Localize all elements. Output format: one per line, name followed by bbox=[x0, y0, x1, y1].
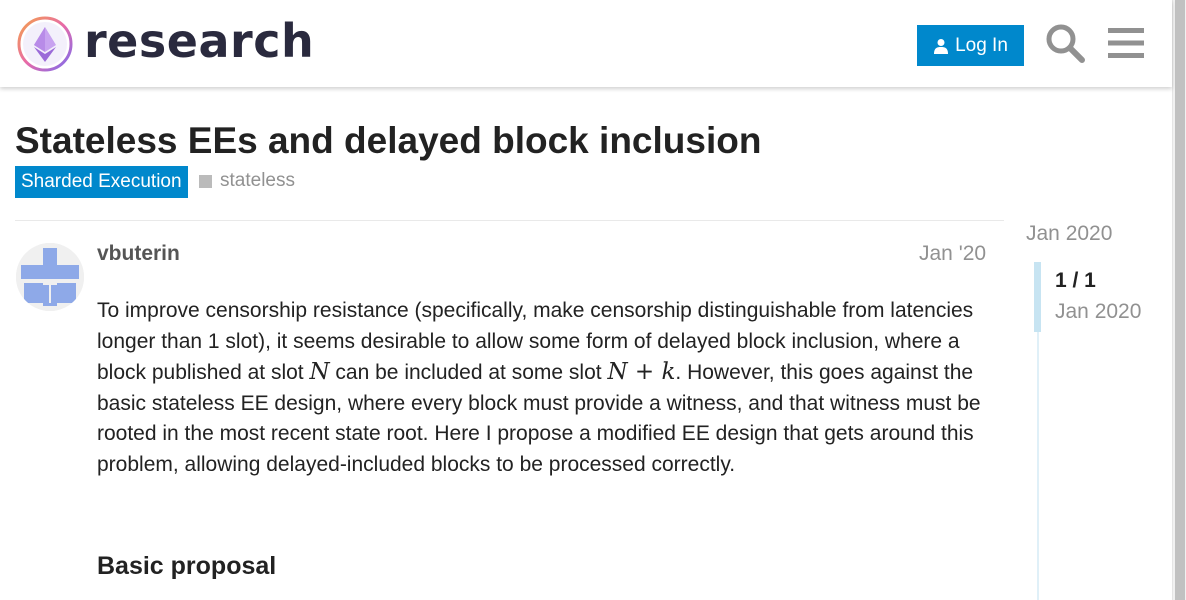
post-date[interactable]: Jan '20 bbox=[919, 242, 986, 266]
tag-label: stateless bbox=[220, 170, 295, 191]
timeline-current-date: Jan 2020 bbox=[1055, 300, 1142, 323]
scrollbar-thumb[interactable] bbox=[1175, 0, 1185, 600]
section-heading: Basic proposal bbox=[97, 552, 277, 580]
category-badge[interactable]: Sharded Execution bbox=[15, 166, 188, 198]
math-n-plus-k: N + k bbox=[607, 359, 676, 385]
timeline-handle[interactable] bbox=[1034, 262, 1041, 332]
hamburger-menu-icon[interactable] bbox=[1107, 26, 1145, 60]
ethereum-research-logo bbox=[17, 16, 73, 72]
page-scrollbar[interactable] bbox=[1172, 0, 1186, 600]
post-author[interactable]: vbuterin bbox=[97, 242, 180, 266]
topic-title[interactable]: Stateless EEs and delayed block inclusio… bbox=[15, 120, 761, 162]
log-in-button[interactable]: Log In bbox=[917, 25, 1024, 66]
tag-square-icon bbox=[199, 174, 212, 188]
avatar[interactable] bbox=[16, 243, 84, 311]
post-text-2: can be included at some slot bbox=[329, 361, 608, 384]
user-icon bbox=[934, 38, 949, 54]
math-n: N bbox=[309, 359, 330, 385]
site-name[interactable]: research bbox=[84, 14, 314, 68]
post-body: To improve censorship resistance (specif… bbox=[97, 296, 992, 480]
tag-stateless[interactable]: stateless bbox=[199, 170, 295, 192]
site-header: research Log In bbox=[0, 0, 1172, 87]
timeline-position: 1 / 1 bbox=[1055, 269, 1096, 292]
topic-divider bbox=[15, 220, 1004, 221]
avatar-identicon bbox=[16, 243, 84, 311]
timeline-start-date[interactable]: Jan 2020 bbox=[1026, 222, 1112, 246]
search-icon[interactable] bbox=[1045, 23, 1085, 63]
log-in-label: Log In bbox=[955, 34, 1008, 56]
